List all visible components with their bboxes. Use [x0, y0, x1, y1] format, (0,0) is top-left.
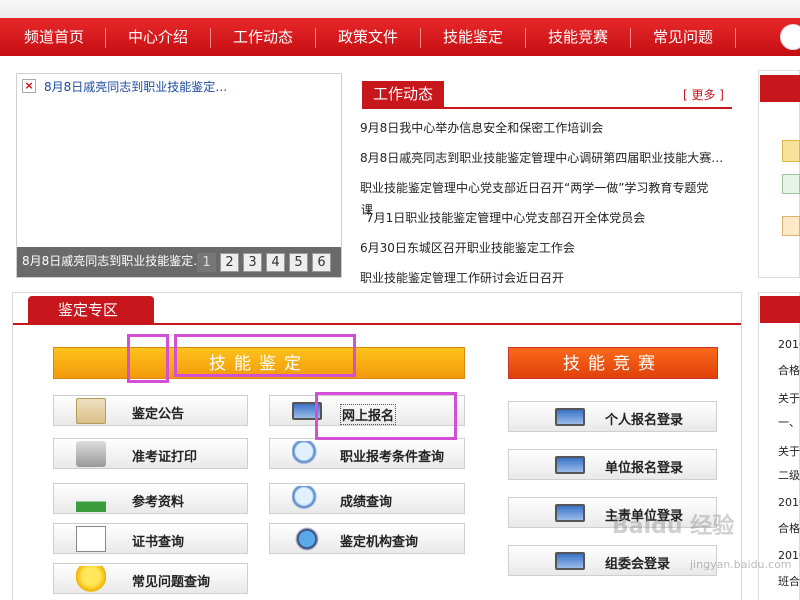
right-panel-tab[interactable] [760, 75, 800, 102]
news-item[interactable]: 9月8日我中心举办信息安全和保密工作培训会 [360, 119, 603, 136]
magnifier-icon [292, 441, 322, 467]
slideshow-page-5[interactable]: 5 [289, 253, 308, 272]
laptop-icon [555, 504, 585, 522]
nav-item-skill-appraisal[interactable]: 技能鉴定 [425, 18, 521, 56]
calendar-icon [76, 526, 106, 552]
appraisal-agency-query-button[interactable]: 鉴定机构查询 [269, 523, 465, 554]
news-more-link[interactable]: [ 更多 ] [683, 86, 724, 103]
right-news-item[interactable]: 二级 [778, 467, 800, 483]
nav-item-about[interactable]: 中心介绍 [110, 18, 206, 56]
watermark: Baidu 经验 [612, 514, 735, 539]
news-item[interactable]: 7月1日职业技能鉴定管理中心党支部召开全体党员会 [366, 209, 645, 226]
nav-divider [735, 28, 736, 48]
news-item[interactable]: 6月30日东城区召开职业技能鉴定工作会 [360, 239, 575, 256]
nav-item-skill-competition[interactable]: 技能竞赛 [530, 18, 626, 56]
slideshow-page-4[interactable]: 4 [266, 253, 285, 272]
chart-icon [76, 486, 106, 512]
right-news-item[interactable]: 班合 [778, 573, 800, 589]
certificate-query-button[interactable]: 证书查询 [53, 523, 248, 554]
nav-end-cap [780, 24, 800, 50]
right-panel-icon[interactable] [782, 140, 800, 162]
main-nav: 频道首页 中心介绍 工作动态 政策文件 技能鉴定 技能竞赛 常见问题 [0, 18, 800, 56]
right-panel-icon[interactable] [782, 216, 800, 236]
button-label: 职业报考条件查询 [340, 450, 445, 465]
score-query-button[interactable]: 成绩查询 [269, 483, 465, 514]
right-news-item[interactable]: 一、 [778, 414, 800, 430]
exam-eligibility-query-button[interactable]: 职业报考条件查询 [269, 438, 465, 469]
nav-divider [210, 28, 211, 48]
nav-item-news[interactable]: 工作动态 [215, 18, 311, 56]
button-label: 准考证打印 [132, 450, 198, 465]
right-news-item[interactable]: 2016 [778, 496, 800, 509]
slideshow-caption[interactable]: 8月8日戚亮同志到职业技能鉴定… [22, 252, 200, 269]
unit-registration-login-button[interactable]: 单位报名登录 [508, 449, 717, 480]
committee-login-button[interactable]: 组委会登录 [508, 545, 717, 576]
news-item[interactable]: 8月8日戚亮同志到职业技能鉴定管理中心调研第四届职业技能大赛… [360, 149, 723, 166]
reference-materials-button[interactable]: 参考资料 [53, 483, 248, 514]
button-label: 个人报名登录 [605, 413, 684, 428]
news-item[interactable]: 职业技能鉴定管理中心党支部近日召开“两学一做”学习教育专题党 [360, 179, 708, 196]
annotation-highlight-box [315, 392, 457, 440]
lightbulb-icon [76, 566, 106, 592]
nav-top-strip [0, 0, 800, 20]
annotation-highlight-box [127, 334, 169, 383]
nav-divider [630, 28, 631, 48]
nav-item-home[interactable]: 频道首页 [6, 18, 102, 56]
slideshow-page-2[interactable]: 2 [220, 253, 239, 272]
slideshow-page-6[interactable]: 6 [312, 253, 331, 272]
certificate-icon [76, 398, 106, 424]
annotation-highlight-box [174, 334, 356, 377]
button-label: 参考资料 [132, 495, 185, 510]
slideshow-image-alt[interactable]: 8月8日戚亮同志到职业技能鉴定… [44, 78, 227, 95]
faq-query-button[interactable]: 常见问题查询 [53, 563, 248, 594]
skill-competition-header[interactable]: 技能竞赛 [508, 347, 718, 379]
slideshow-page-1[interactable]: 1 [197, 253, 216, 272]
right-news-item[interactable]: 合格 [778, 362, 800, 378]
news-item[interactable]: 职业技能鉴定管理工作研讨会近日召开 [360, 269, 564, 286]
nav-divider [420, 28, 421, 48]
appraisal-zone-rule [13, 323, 741, 325]
button-label: 证书查询 [132, 535, 185, 550]
right-panel-tab[interactable] [760, 296, 800, 323]
button-label: 成绩查询 [340, 495, 393, 510]
news-tab-title[interactable]: 工作动态 [362, 81, 444, 108]
appraisal-zone-title[interactable]: 鉴定专区 [28, 296, 154, 324]
right-news-item[interactable]: 2016 [778, 338, 800, 351]
nav-item-policy[interactable]: 政策文件 [320, 18, 416, 56]
button-label: 鉴定公告 [132, 407, 185, 422]
laptop-icon [555, 408, 585, 426]
right-news-item[interactable]: 关于 [778, 390, 800, 406]
button-label: 鉴定机构查询 [340, 535, 419, 550]
nav-item-faq[interactable]: 常见问题 [635, 18, 731, 56]
nav-divider [315, 28, 316, 48]
right-panel-icon[interactable] [782, 174, 800, 194]
magnifier-icon [292, 486, 322, 512]
admission-ticket-print-button[interactable]: 准考证打印 [53, 438, 248, 469]
globe-search-icon [292, 526, 322, 552]
button-label: 单位报名登录 [605, 461, 684, 476]
nav-divider [525, 28, 526, 48]
individual-registration-login-button[interactable]: 个人报名登录 [508, 401, 717, 432]
laptop-icon [555, 552, 585, 570]
nav-divider [105, 28, 106, 48]
announcement-button[interactable]: 鉴定公告 [53, 395, 248, 426]
news-header-rule [362, 107, 732, 109]
right-news-item[interactable]: 合格 [778, 520, 800, 536]
broken-image-icon: × [22, 79, 36, 93]
laptop-icon [555, 456, 585, 474]
slideshow-page-3[interactable]: 3 [243, 253, 262, 272]
watermark-sub: jingyan.baidu.com [690, 558, 792, 571]
button-label: 组委会登录 [605, 557, 671, 572]
right-news-item[interactable]: 关于 [778, 443, 800, 459]
button-label: 常见问题查询 [132, 575, 211, 590]
printer-icon [76, 441, 106, 467]
